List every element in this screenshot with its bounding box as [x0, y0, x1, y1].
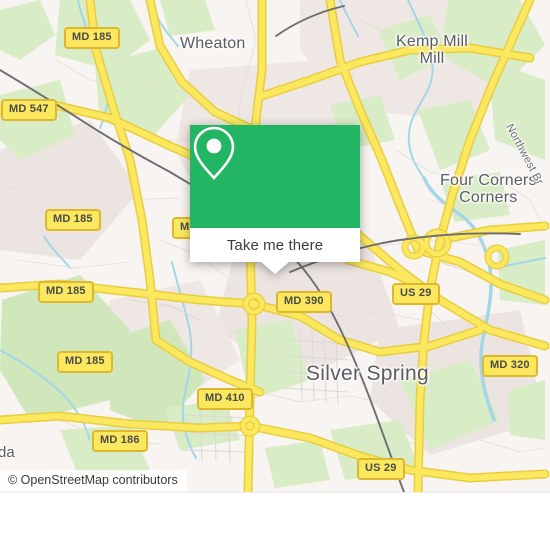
shield-md-185-d[interactable]: MD 185	[57, 351, 113, 373]
shield-md-185-c[interactable]: MD 185	[38, 281, 94, 303]
take-me-there-button[interactable]: Take me there	[190, 228, 360, 262]
osm-attribution[interactable]: © OpenStreetMap contributors	[0, 470, 187, 491]
location-popup-card[interactable]: Take me there	[190, 125, 360, 274]
shield-md-185-a[interactable]: MD 185	[64, 27, 120, 49]
moovit-location-card: .park{fill:#d8ecc5;} .parkd{fill:#cfe7bb…	[0, 0, 550, 550]
shield-md-320[interactable]: MD 320	[482, 355, 538, 377]
shield-md-547[interactable]: MD 547	[1, 99, 57, 121]
popup-header	[190, 125, 360, 228]
take-me-there-label: Take me there	[226, 236, 324, 254]
shield-md-390[interactable]: MD 390	[276, 291, 332, 313]
map-pin-icon	[193, 126, 235, 180]
map-canvas[interactable]: .park{fill:#d8ecc5;} .parkd{fill:#cfe7bb…	[0, 0, 550, 492]
shield-md-186[interactable]: MD 186	[92, 430, 148, 452]
popup-pointer-tail	[261, 262, 289, 274]
shield-md-185-b[interactable]: MD 185	[45, 209, 101, 231]
shield-us-29-a[interactable]: US 29	[392, 283, 440, 305]
shield-us-29-b[interactable]: US 29	[357, 458, 405, 480]
shield-md-410[interactable]: MD 410	[197, 388, 253, 410]
footer-bar: 2nd Ave MD-391, Silver Spring, MD 20910,…	[0, 492, 550, 550]
